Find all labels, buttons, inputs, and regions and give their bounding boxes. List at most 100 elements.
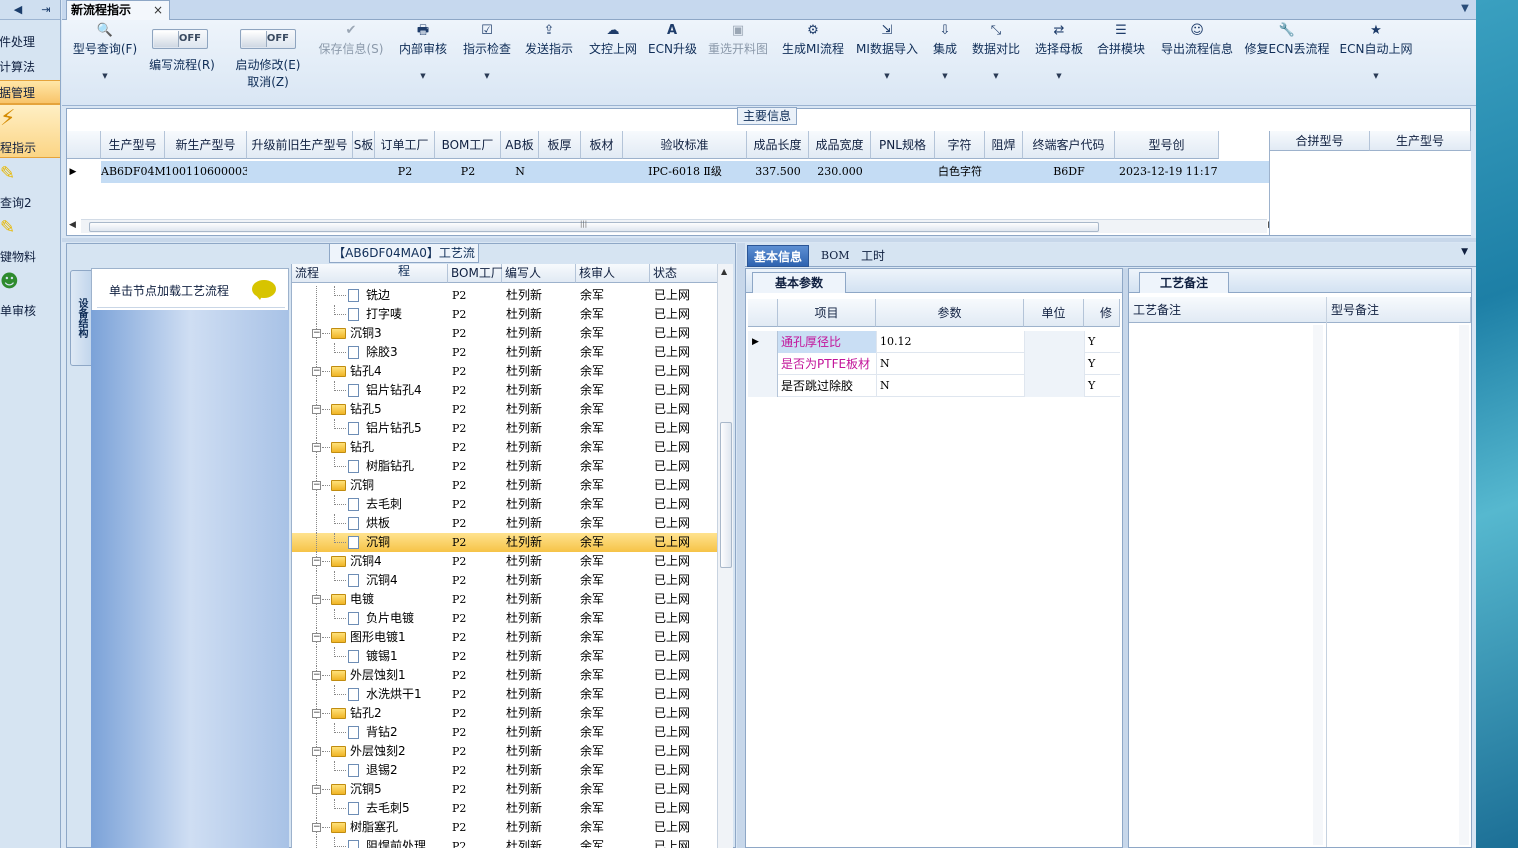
collapse-icon[interactable]: − xyxy=(312,329,321,338)
notes-title-tab[interactable]: 工艺备注 xyxy=(1139,272,1229,293)
main-col-header[interactable]: BOM工厂 xyxy=(435,131,501,159)
model-note-scrollbar[interactable] xyxy=(1459,325,1469,845)
pin-icon[interactable]: ⇥ xyxy=(36,2,56,18)
tab-basic-info[interactable]: 基本信息 xyxy=(747,245,810,267)
sort-arrow-icon[interactable]: ▲ xyxy=(721,267,727,276)
main-col-header[interactable]: PNL规格 xyxy=(871,131,935,159)
internal-review-button[interactable]: 🖶 内部审核 ▼ xyxy=(396,22,450,81)
main-col-header[interactable]: 验收标准 xyxy=(623,131,747,159)
ecn-upgrade-button[interactable]: A ECN升级 xyxy=(648,22,697,57)
tree-row[interactable]: − 沉铜4 P2 杜列新 余军 已上网 xyxy=(292,552,717,571)
param-modify[interactable]: Y xyxy=(1084,353,1120,375)
param-unit[interactable] xyxy=(1024,331,1084,353)
collapse-icon[interactable]: − xyxy=(312,671,321,680)
tree-row[interactable]: 铣边 P2 杜列新 余军 已上网 xyxy=(292,286,717,305)
main-cell[interactable] xyxy=(353,161,375,183)
collapse-icon[interactable]: − xyxy=(312,481,321,490)
tree-row[interactable]: 去毛刺5 P2 杜列新 余军 已上网 xyxy=(292,799,717,818)
ecn-auto-online-button[interactable]: ★ ECN自动上网 ▼ xyxy=(1338,22,1414,81)
merge-module-button[interactable]: ☰ 合拼模块 xyxy=(1094,22,1148,57)
tree-vertical-scrollbar[interactable]: ▲ xyxy=(717,264,733,848)
collapse-icon[interactable]: − xyxy=(312,709,321,718)
main-cell[interactable]: AB6DF04MA0 xyxy=(101,161,165,183)
main-cell[interactable] xyxy=(985,161,1023,183)
params-title-tab[interactable]: 基本参数 xyxy=(752,272,846,293)
param-value[interactable]: 10.12 xyxy=(876,331,1024,353)
select-mother-board-button[interactable]: ⇄ 选择母板 ▼ xyxy=(1032,22,1086,81)
param-unit[interactable] xyxy=(1024,353,1084,375)
tree-row[interactable]: − 电镀 P2 杜列新 余军 已上网 xyxy=(292,590,717,609)
main-col-header[interactable]: 板厚 xyxy=(539,131,581,159)
sidebar-item-query2[interactable]: ✎ 查询2 xyxy=(0,164,60,210)
vertical-tab-equipment-structure[interactable]: 设备结构 xyxy=(70,270,92,366)
send-instruction-button[interactable]: ⇪ 发送指示 xyxy=(522,22,576,57)
main-cell[interactable] xyxy=(871,161,935,183)
main-cell[interactable]: P2 xyxy=(435,161,501,183)
collapse-icon[interactable]: − xyxy=(312,367,321,376)
tree-row[interactable]: 树脂钻孔 P2 杜列新 余军 已上网 xyxy=(292,457,717,476)
back-arrow-icon[interactable]: ◀ xyxy=(8,2,28,18)
param-value[interactable]: N xyxy=(876,375,1024,397)
param-unit[interactable] xyxy=(1024,375,1084,397)
repair-ecn-flow-button[interactable]: 🔧 修复ECN丢流程 xyxy=(1244,22,1330,57)
horizontal-splitter[interactable] xyxy=(62,238,1476,242)
param-row[interactable]: 是否为PTFE板材 N Y xyxy=(748,353,1120,375)
main-cell[interactable]: B6DF xyxy=(1023,161,1115,183)
main-cell[interactable]: 白色字符 xyxy=(935,161,985,183)
tree-row[interactable]: − 外层蚀刻2 P2 杜列新 余军 已上网 xyxy=(292,742,717,761)
flow-col-header[interactable]: 核审人 xyxy=(576,264,650,283)
tree-row[interactable]: 烘板 P2 杜列新 余军 已上网 xyxy=(292,514,717,533)
main-col-header[interactable]: 订单工厂 xyxy=(375,131,435,159)
tree-row[interactable]: 阻焊前处理 P2 杜列新 余军 已上网 xyxy=(292,837,717,848)
tree-row[interactable]: 沉铜4 P2 杜列新 余军 已上网 xyxy=(292,571,717,590)
tree-row[interactable]: − 外层蚀刻1 P2 杜列新 余军 已上网 xyxy=(292,666,717,685)
tree-row[interactable]: 去毛刺 P2 杜列新 余军 已上网 xyxy=(292,495,717,514)
tree-row[interactable]: − 沉铜5 P2 杜列新 余军 已上网 xyxy=(292,780,717,799)
scroll-thumb[interactable]: ||| xyxy=(89,220,1099,232)
merge-model-header[interactable]: 合拼型号 xyxy=(1270,131,1370,151)
notes-col-model-note[interactable]: 型号备注 xyxy=(1327,297,1471,323)
main-col-header[interactable]: S板 xyxy=(353,131,375,159)
params-col-value[interactable]: 参数 xyxy=(876,299,1024,327)
tab-scroll-down-icon[interactable]: ▼ xyxy=(1458,1,1472,17)
tree-row[interactable]: − 沉铜3 P2 杜列新 余军 已上网 xyxy=(292,324,717,343)
tree-row[interactable]: 铝片钻孔4 P2 杜列新 余军 已上网 xyxy=(292,381,717,400)
tree-row[interactable]: − 钻孔4 P2 杜列新 余军 已上网 xyxy=(292,362,717,381)
tab-bom[interactable]: BOM xyxy=(815,245,856,267)
write-flow-toggle[interactable]: OFF xyxy=(152,29,208,49)
main-col-header[interactable]: 型号创 xyxy=(1115,131,1219,159)
param-row[interactable]: ▶ 通孔厚径比 10.12 Y xyxy=(748,331,1120,353)
export-flow-info-button[interactable]: ☺ 导出流程信息 xyxy=(1158,22,1236,57)
process-note-textarea[interactable] xyxy=(1129,297,1327,847)
main-col-header[interactable]: 成品长度 xyxy=(747,131,809,159)
sidebar-item-file-process[interactable]: 件处理 xyxy=(0,30,60,54)
vertical-splitter[interactable] xyxy=(737,243,745,848)
main-col-header[interactable]: AB板 xyxy=(501,131,539,159)
chevron-down-icon[interactable]: ▼ xyxy=(1461,247,1468,257)
sidebar-item-key-material[interactable]: ✎ 键物料 xyxy=(0,218,60,264)
params-col-modify[interactable]: 修改 xyxy=(1084,299,1120,327)
tree-row[interactable]: 除胶3 P2 杜列新 余军 已上网 xyxy=(292,343,717,362)
tree-row[interactable]: − 沉铜 P2 杜列新 余军 已上网 xyxy=(292,476,717,495)
main-info-horizontal-scrollbar[interactable]: ◀ ||| ▶ xyxy=(69,219,1275,233)
main-cell[interactable]: 230.000 xyxy=(809,161,871,183)
tree-row[interactable]: 打字唛 P2 杜列新 余军 已上网 xyxy=(292,305,717,324)
flow-col-header[interactable]: BOM工厂 xyxy=(448,264,503,283)
main-cell[interactable] xyxy=(247,161,353,183)
main-cell[interactable]: IPC-6018 Ⅱ级 xyxy=(623,161,747,183)
tree-row[interactable]: − 树脂塞孔 P2 杜列新 余军 已上网 xyxy=(292,818,717,837)
main-col-header[interactable]: 字符 xyxy=(935,131,985,159)
main-cell[interactable]: 337.500 xyxy=(747,161,809,183)
merge-prod-model-header[interactable]: 生产型号 xyxy=(1370,131,1471,151)
data-compare-button[interactable]: ⤡ 数据对比 ▼ xyxy=(970,22,1022,81)
main-cell[interactable]: 2023-12-19 11:17 xyxy=(1115,161,1219,183)
flow-col-header[interactable]: 状态 xyxy=(650,264,717,283)
doc-control-online-button[interactable]: ☁ 文控上网 xyxy=(586,22,640,57)
load-flow-item[interactable]: 单击节点加载工艺流程 xyxy=(97,272,285,308)
sidebar-item-review[interactable]: ☻ 单审核 xyxy=(0,272,60,318)
sidebar-item-process-instruction[interactable]: ⚡ 程指示 xyxy=(0,104,60,158)
main-col-header[interactable]: 新生产型号 xyxy=(165,131,247,159)
param-value[interactable]: N xyxy=(876,353,1024,375)
collapse-icon[interactable]: − xyxy=(312,823,321,832)
main-col-header[interactable]: 阻焊 xyxy=(985,131,1023,159)
